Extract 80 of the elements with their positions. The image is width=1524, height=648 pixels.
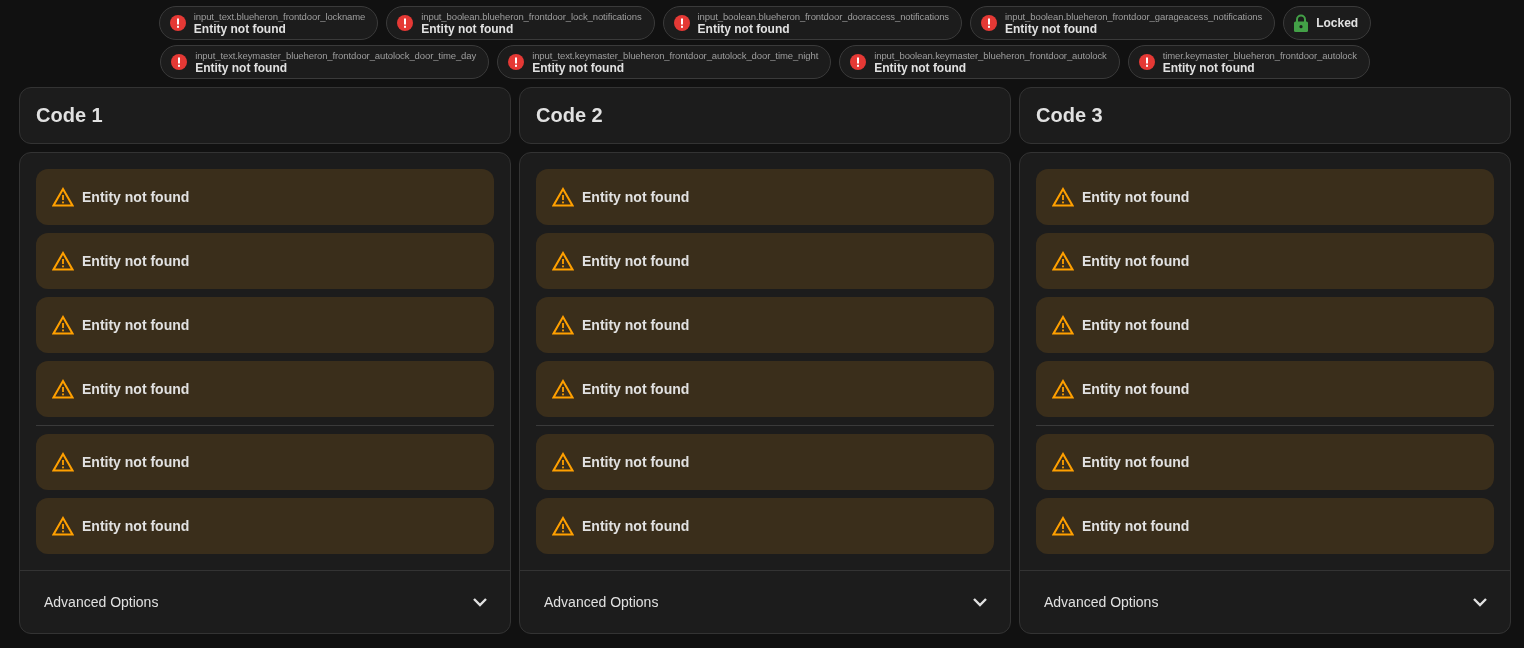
error-icon: [397, 15, 414, 31]
entity-id: input_boolean.blueheron_frontdoor_garageacess_notifications: [1005, 11, 1263, 23]
warning-icon: [1052, 251, 1074, 271]
lock-chip[interactable]: Locked: [1283, 6, 1372, 40]
warning-text: Entity not found: [82, 454, 190, 470]
warning-icon: [552, 187, 574, 207]
entity-id: timer.keymaster_blueheron_frontdoor_autolock: [1162, 50, 1357, 62]
entity-chip[interactable]: input_boolean.blueheron_frontdoor_garageacess_notifications Entity not found: [970, 6, 1276, 40]
entity-chip[interactable]: input_boolean.keymaster_blueheron_frontdoor_autolock Entity not found: [839, 45, 1120, 79]
error-icon: [673, 15, 690, 31]
warning-icon: [552, 251, 574, 271]
error-icon: [508, 54, 525, 70]
entity-id: input_boolean.keymaster_blueheron_frontdoor_autolock: [874, 50, 1107, 62]
warning-icon: [1052, 187, 1074, 207]
warning-icon: [552, 516, 574, 536]
code-title: Code 3: [1036, 104, 1103, 127]
code-title: Code 1: [36, 104, 103, 127]
entity-chip[interactable]: timer.keymaster_blueheron_frontdoor_autolock Entity not found: [1127, 45, 1370, 79]
warning-text: Entity not found: [1082, 518, 1190, 534]
warning-text: Entity not found: [582, 253, 690, 269]
warning-icon: [552, 452, 574, 472]
warning-text: Entity not found: [582, 381, 690, 397]
entity-status: Entity not found: [874, 62, 968, 74]
entity-status: Entity not found: [532, 62, 626, 74]
entity-status: Entity not found: [193, 23, 287, 35]
warning-icon: [1052, 379, 1074, 399]
advanced-options-toggle[interactable]: Advanced Options: [1020, 570, 1510, 633]
warning-icon: [552, 379, 574, 399]
warning-text: Entity not found: [1082, 381, 1190, 397]
warning-icon: [552, 315, 574, 335]
entity-chip[interactable]: input_text.blueheron_frontdoor_lockname Entity not found: [158, 6, 379, 40]
warning-icon: [52, 516, 74, 536]
warning-icon: [52, 187, 74, 207]
entity-chip[interactable]: input_boolean.blueheron_frontdoor_lock_notifications Entity not found: [386, 6, 655, 40]
warning-text: Entity not found: [582, 518, 690, 534]
entity-id: input_text.blueheron_frontdoor_lockname: [193, 11, 366, 23]
warning-text: Entity not found: [1082, 317, 1190, 333]
entity-status: Entity not found: [697, 23, 791, 35]
warning-text: Entity not found: [1082, 253, 1190, 269]
error-icon: [171, 54, 188, 70]
entity-chip[interactable]: input_text.keymaster_blueheron_frontdoor_autolock_door_time_night Entity not found: [497, 45, 832, 79]
warning-icon: [1052, 452, 1074, 472]
warning-icon: [52, 251, 74, 271]
warning-icon: [52, 315, 74, 335]
advanced-options-toggle[interactable]: Advanced Options: [20, 570, 510, 633]
error-icon: [981, 15, 997, 31]
warning-text: Entity not found: [582, 317, 690, 333]
entity-status: Entity not found: [195, 62, 289, 74]
warning-icon: [52, 379, 74, 399]
warning-text: Entity not found: [82, 381, 190, 397]
error-icon: [169, 15, 186, 31]
warning-text: Entity not found: [82, 317, 190, 333]
warning-icon: [1052, 516, 1074, 536]
entity-status: Entity not found: [1005, 23, 1098, 35]
error-icon: [1138, 54, 1155, 70]
entity-chip[interactable]: input_boolean.blueheron_frontdoor_dooraccess_notifications Entity not found: [662, 6, 962, 40]
warning-icon: [1052, 315, 1074, 335]
entity-status: Entity not found: [421, 23, 515, 35]
entity-id: input_boolean.blueheron_frontdoor_dooraccess_notifications: [697, 11, 949, 23]
advanced-options-label: Advanced Options: [1044, 594, 1159, 610]
advanced-options-toggle[interactable]: Advanced Options: [520, 570, 1010, 633]
entity-id: input_text.keymaster_blueheron_frontdoor_autolock_door_time_night: [532, 50, 819, 62]
warning-text: Entity not found: [82, 189, 190, 205]
code-title: Code 2: [536, 104, 603, 127]
entity-status: Entity not found: [1162, 62, 1256, 74]
lock-icon: [1294, 14, 1309, 32]
lock-status: Locked: [1316, 16, 1359, 30]
warning-text: Entity not found: [582, 189, 690, 205]
warning-icon: [52, 452, 74, 472]
advanced-options-label: Advanced Options: [544, 594, 659, 610]
warning-text: Entity not found: [1082, 189, 1190, 205]
warning-text: Entity not found: [1082, 454, 1190, 470]
entity-chip[interactable]: input_text.keymaster_blueheron_frontdoor_autolock_door_time_day Entity not found: [160, 45, 490, 79]
entity-id: input_boolean.blueheron_frontdoor_lock_notifications: [421, 11, 642, 23]
warning-text: Entity not found: [82, 253, 190, 269]
error-icon: [850, 54, 867, 70]
warning-text: Entity not found: [82, 518, 190, 534]
warning-text: Entity not found: [582, 454, 690, 470]
entity-id: input_text.keymaster_blueheron_frontdoor_autolock_door_time_day: [195, 50, 477, 62]
advanced-options-label: Advanced Options: [44, 594, 159, 610]
